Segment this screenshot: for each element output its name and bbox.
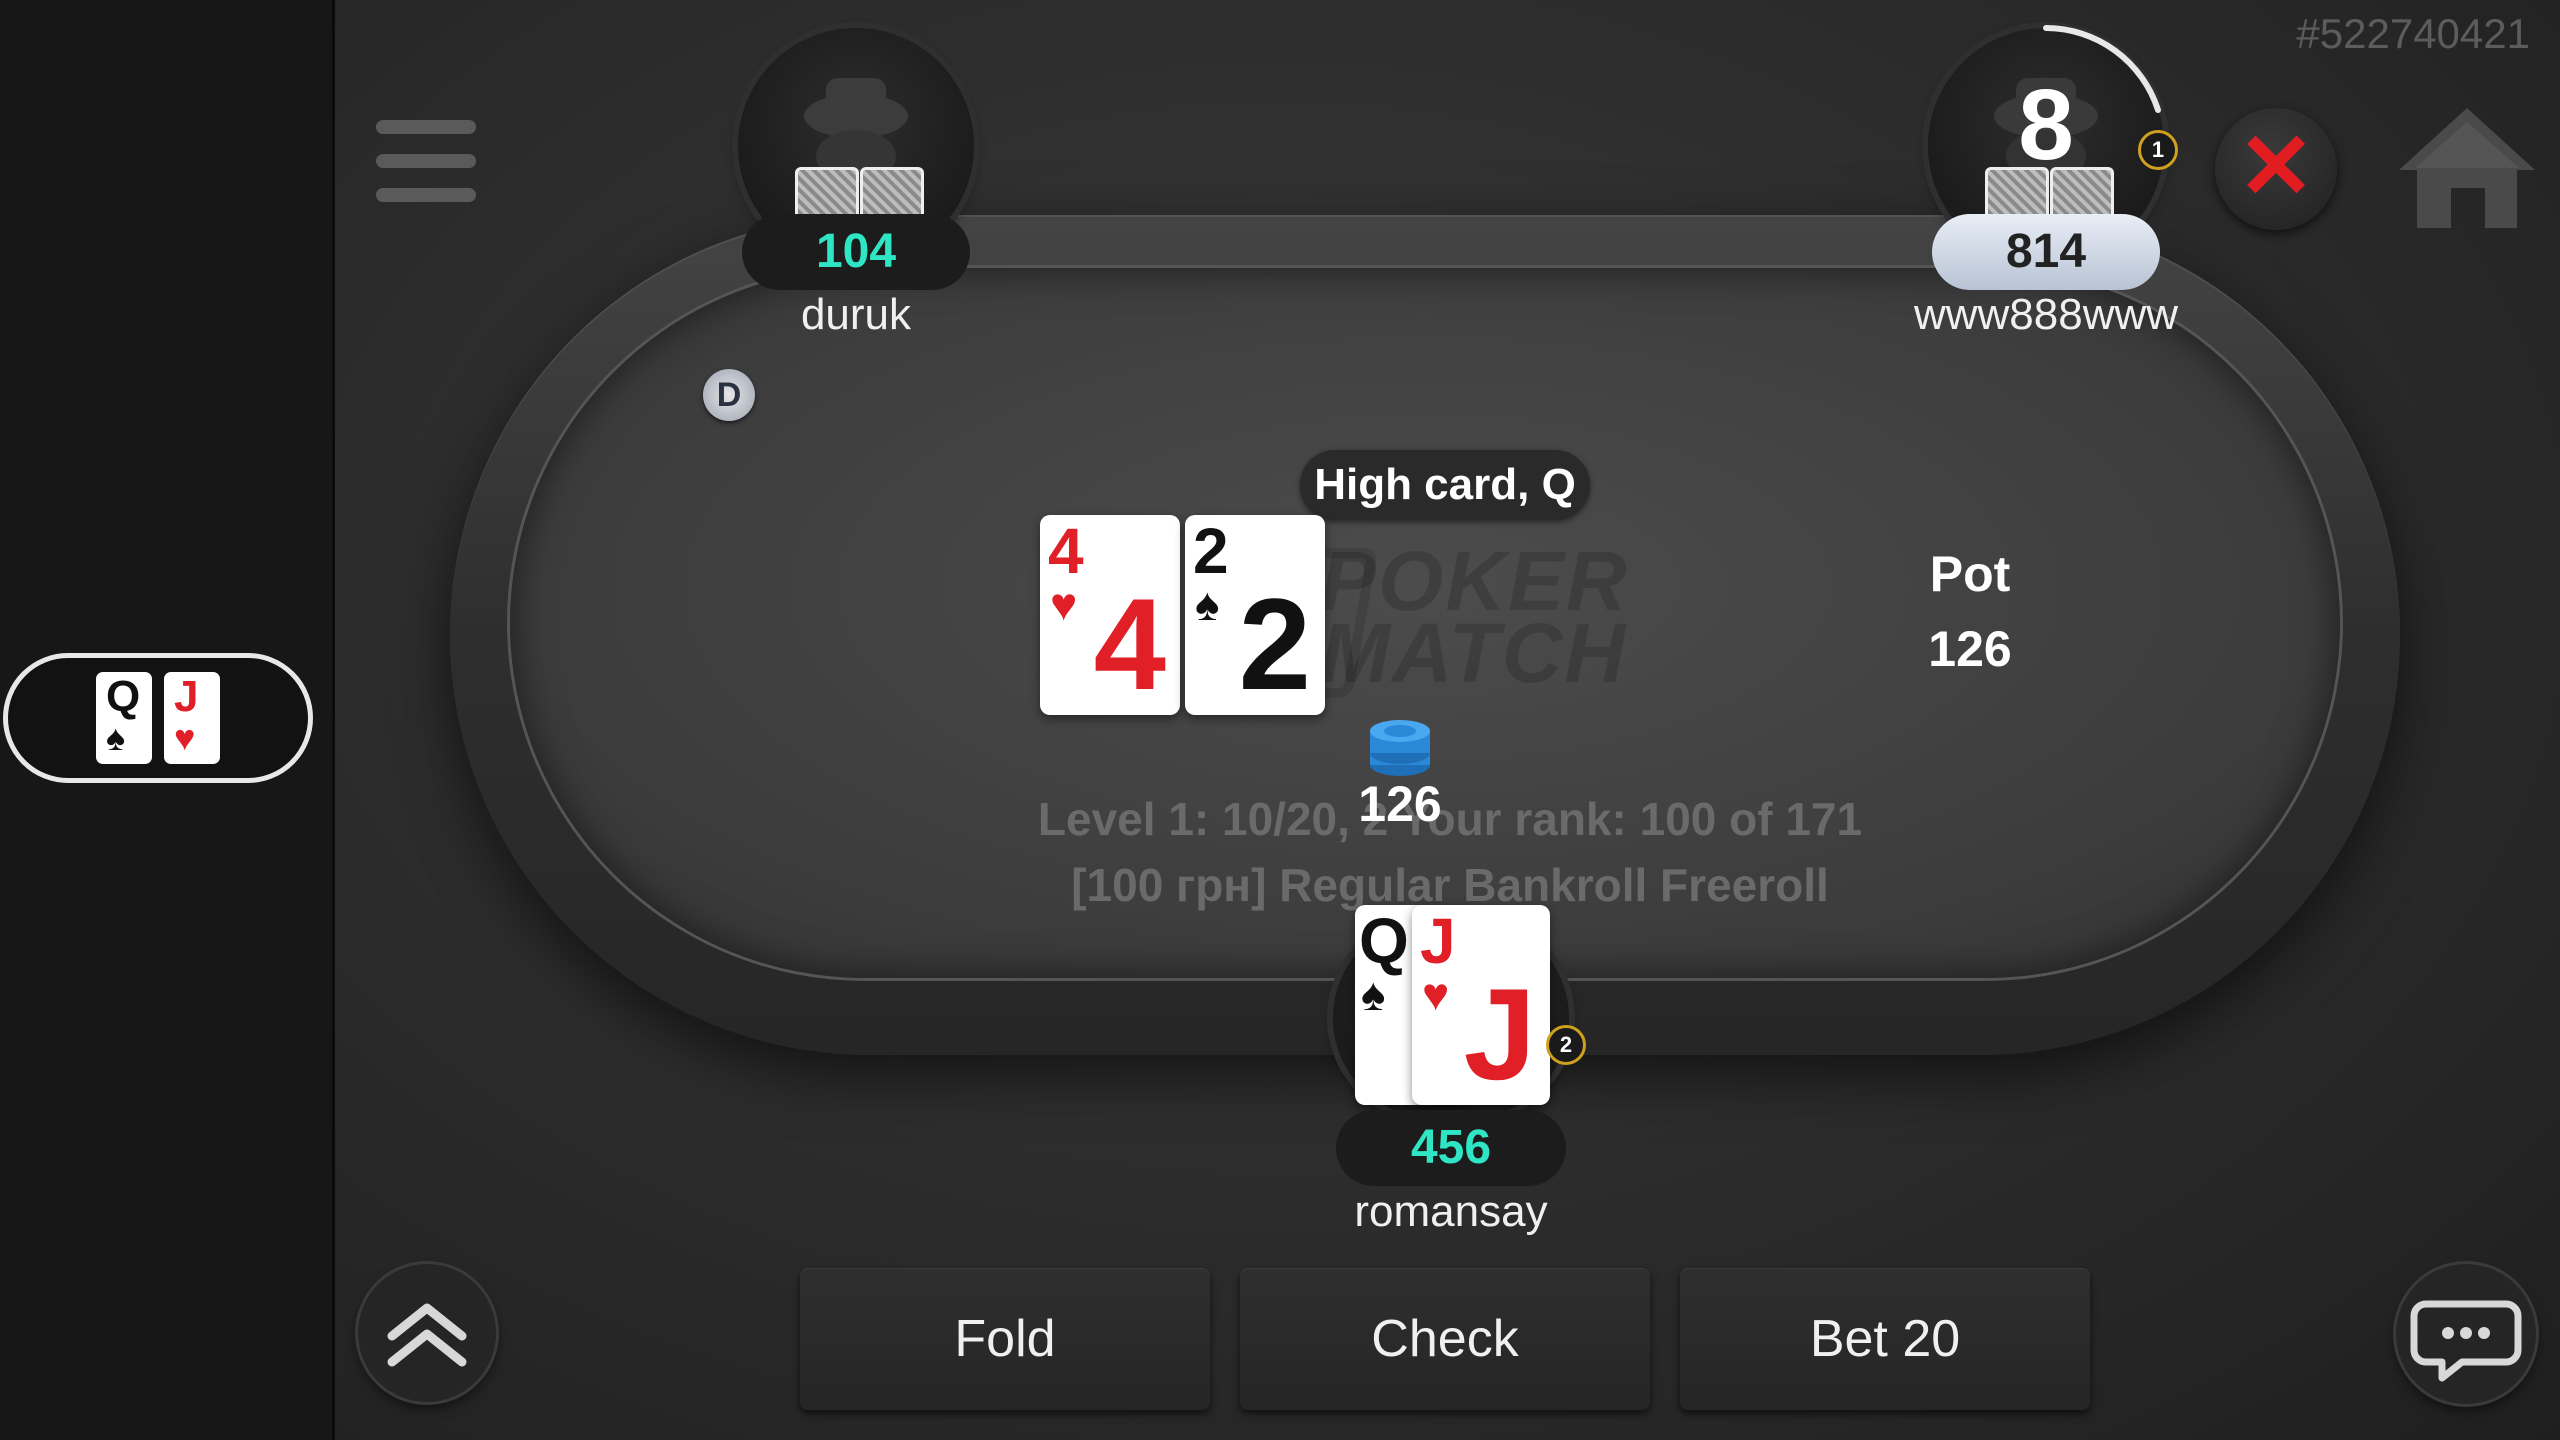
dealer-button: D: [703, 369, 755, 421]
mini-card-queen-spades: Q ♠: [96, 672, 152, 764]
fold-button[interactable]: Fold: [800, 1268, 1210, 1410]
player-name-www888www: www888www: [1913, 290, 2179, 339]
pot-amount: 126: [1928, 621, 2012, 677]
hole-card-back: [1985, 167, 2049, 214]
chat-button[interactable]: [2396, 1264, 2536, 1404]
tournament-name: [100 грн] Regular Bankroll Freeroll: [1071, 859, 1829, 911]
home-icon[interactable]: [2395, 100, 2540, 235]
table-id: #522740421: [2296, 10, 2530, 57]
player-stack-duruk: 104: [742, 214, 970, 290]
hero-badge: 2: [1546, 1025, 1586, 1065]
hole-card-back: [795, 167, 859, 214]
chip-stack-icon: [1370, 720, 1430, 776]
double-chevron-up-icon: [387, 1303, 467, 1367]
mini-card-jack-hearts: J ♥: [164, 672, 220, 764]
close-icon[interactable]: ✕: [2215, 108, 2337, 230]
bet-button[interactable]: Bet 20: [1680, 1268, 2090, 1410]
hand-strength-label: High card, Q: [1300, 450, 1590, 520]
hamburger-menu-icon[interactable]: [376, 120, 476, 212]
hole-card-back: [860, 167, 924, 214]
pot-label: Pot: [1929, 546, 2011, 602]
expand-controls-button[interactable]: [358, 1264, 496, 1402]
hero-card-jack-hearts: J ♥ J: [1412, 905, 1550, 1105]
hole-card-back: [2050, 167, 2114, 214]
player-badge-www888www: 1: [2138, 130, 2178, 170]
hero-bet-amount: 126: [1358, 776, 1442, 832]
turn-timer-seconds: 8: [2018, 69, 2074, 181]
player-stack-www888www: 814: [1932, 214, 2160, 290]
board-card-2: 2 ♠ 2: [1185, 515, 1325, 715]
board-card-1: 4 ♥ 4: [1040, 515, 1180, 715]
player-name-duruk: duruk: [800, 290, 912, 339]
hero-stack: 456: [1336, 1110, 1566, 1186]
check-button[interactable]: Check: [1240, 1268, 1650, 1410]
mini-table-switcher[interactable]: Q ♠ J ♥: [3, 653, 313, 783]
chat-bubble-icon: [2410, 1300, 2522, 1382]
hero-name: romansay: [1354, 1187, 1548, 1236]
poker-match-logo: POKER MATCH: [1320, 534, 1629, 700]
